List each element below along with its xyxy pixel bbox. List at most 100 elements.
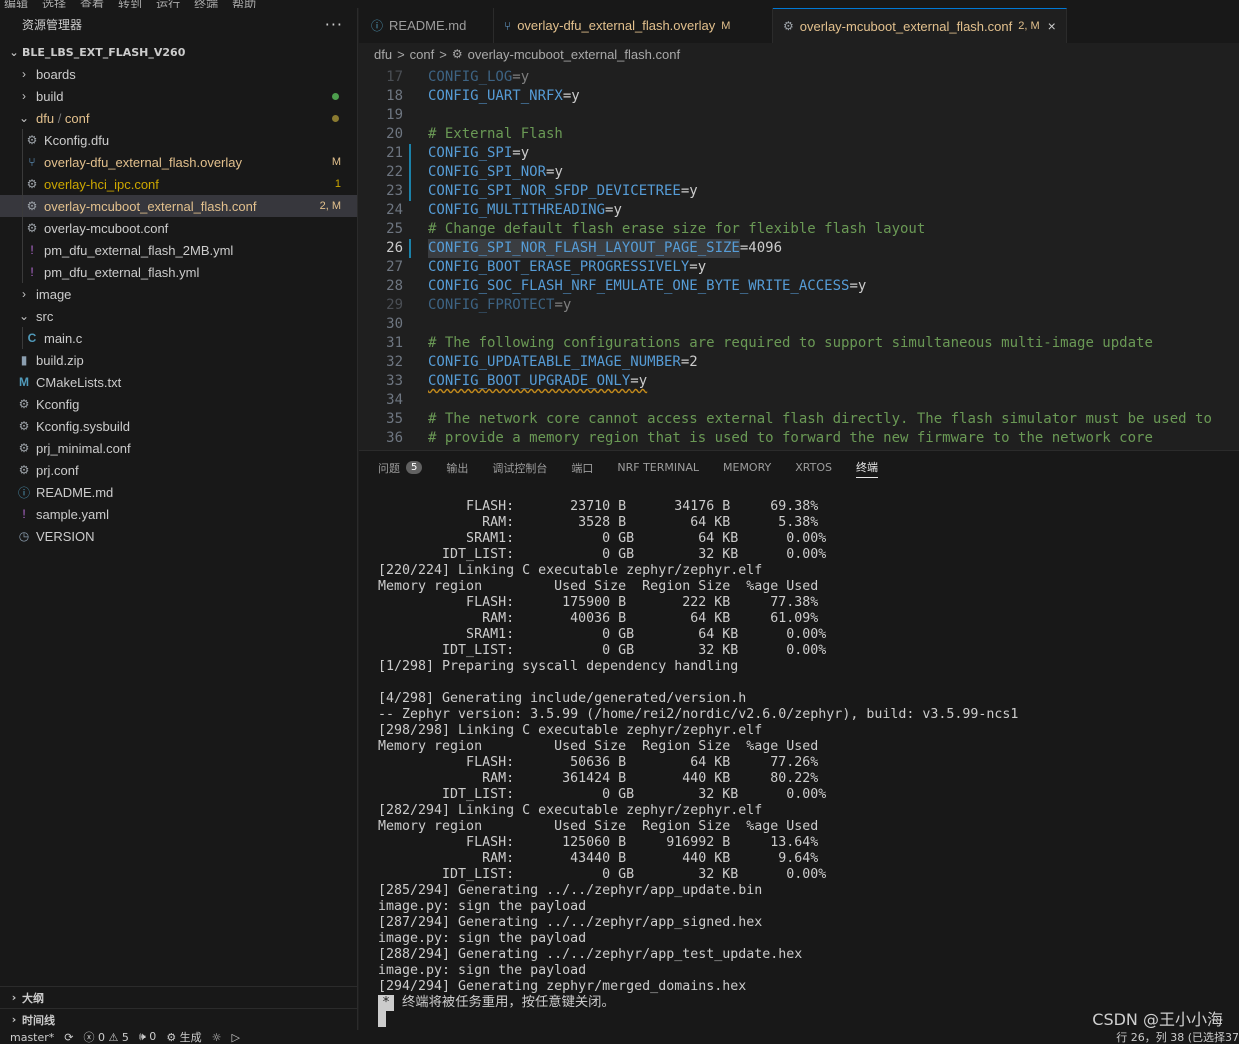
tree-item[interactable]: ⚙ overlay-hci_ipc.conf 1	[0, 173, 357, 195]
code-line[interactable]: 29 CONFIG_FPROTECT =y	[359, 296, 1239, 315]
ports-status[interactable]: 🕪 0	[139, 1030, 156, 1044]
terminal-output[interactable]: FLASH: 23710 B 34176 B 69.38% RAM: 3528 …	[378, 499, 1228, 1011]
sync-icon[interactable]: ⟳	[64, 1031, 73, 1044]
code-line[interactable]: 27 CONFIG_BOOT_ERASE_PROGRESSIVELY =y	[359, 258, 1239, 277]
tree-item[interactable]: › build	[0, 85, 357, 107]
editor-tab[interactable]: ⚙ overlay-mcuboot_external_flash.conf 2, M…	[773, 8, 1067, 43]
editor-tab-label: overlay-dfu_external_flash.overlay	[517, 18, 716, 33]
root-folder[interactable]: ⌄ BLE_LBS_EXT_FLASH_V260	[0, 41, 357, 63]
code-line[interactable]: 22 CONFIG_SPI_NOR =y	[359, 163, 1239, 182]
panel-tab[interactable]: 调试控制台	[492, 451, 547, 484]
editor-tab[interactable]: ⓘ README.md	[359, 8, 494, 43]
breadcrumb-conf[interactable]: conf	[410, 47, 435, 62]
tree-item[interactable]: ! pm_dfu_external_flash_2MB.yml	[0, 239, 357, 261]
build-button[interactable]: ⚙ 生成	[166, 1030, 201, 1044]
tree-item[interactable]: ⌄ src	[0, 305, 357, 327]
indent-guide	[22, 195, 23, 217]
panel-tab-label: 调试控制台	[492, 461, 548, 475]
tree-item[interactable]: ⚙ prj_minimal.conf	[0, 437, 357, 459]
tree-item[interactable]: › boards	[0, 63, 357, 85]
code-line[interactable]: 26 CONFIG_SPI_NOR_FLASH_LAYOUT_PAGE_SIZE =…	[359, 239, 1239, 258]
code-line[interactable]: 21 CONFIG_SPI =y	[359, 144, 1239, 163]
section-timeline[interactable]: › 时间线	[0, 1008, 358, 1030]
tree-item[interactable]: ⑂ overlay-dfu_external_flash.overlay M	[0, 151, 357, 173]
tree-item[interactable]: Cmain.c	[0, 327, 357, 349]
problems-status[interactable]: ⓧ 0 ⚠ 5	[84, 1030, 129, 1044]
panel-tab[interactable]: 端口	[571, 451, 593, 484]
code-line[interactable]: 34	[359, 391, 1239, 410]
branch-status[interactable]: master*	[10, 1031, 54, 1044]
panel-tab[interactable]: 输出	[446, 451, 468, 484]
tree-item[interactable]: ⌄ dfu / conf	[0, 107, 357, 129]
menu-item[interactable]: 选择	[42, 0, 66, 8]
tree-item[interactable]: ⓘ README.md	[0, 481, 357, 503]
code-line[interactable]: 18 CONFIG_UART_NRFX =y	[359, 87, 1239, 106]
tree-item[interactable]: M CMakeLists.txt	[0, 371, 357, 393]
menu-item[interactable]: 运行	[156, 0, 180, 8]
tree-item[interactable]: ! sample.yaml	[0, 503, 357, 525]
code-line[interactable]: 20 # External Flash	[359, 125, 1239, 144]
panel-tab[interactable]: MEMORY	[723, 451, 771, 484]
tree-folder-segment: dfu	[36, 110, 55, 126]
code-line[interactable]: 36 # provide a memory region that is used…	[359, 429, 1239, 448]
editor-tab[interactable]: ⑂ overlay-dfu_external_flash.overlay M	[494, 8, 773, 43]
code-line[interactable]: 24 CONFIG_MULTITHREADING =y	[359, 201, 1239, 220]
code-line[interactable]: 33 CONFIG_BOOT_UPGRADE_ONLY =y	[359, 372, 1239, 391]
panel-tab[interactable]: 问题 5	[378, 451, 423, 484]
line-number: 30	[386, 316, 403, 332]
menu-item[interactable]: 转到	[118, 0, 142, 8]
tree-item[interactable]: ▮ build.zip	[0, 349, 357, 371]
section-timeline-label: 时间线	[22, 1013, 55, 1027]
run-icon[interactable]: ▷	[232, 1031, 240, 1044]
breadcrumb-dfu[interactable]: dfu	[374, 47, 392, 62]
debug-icon[interactable]: ☼	[212, 1031, 222, 1044]
tree-item[interactable]: ⚙ Kconfig.dfu	[0, 129, 357, 151]
more-actions-icon[interactable]: ···	[325, 15, 343, 34]
close-icon[interactable]: ×	[1048, 18, 1056, 34]
menu-item[interactable]: 终端	[194, 0, 218, 8]
code-line[interactable]: 17 CONFIG_LOG =y	[359, 68, 1239, 87]
menu-item[interactable]: 编辑	[4, 0, 28, 8]
code-line[interactable]: 32 CONFIG_UPDATEABLE_IMAGE_NUMBER =2	[359, 353, 1239, 372]
tree-item[interactable]: ⚙ overlay-mcuboot_external_flash.conf 2, M	[0, 195, 357, 217]
indent-guide	[22, 239, 23, 261]
panel-tab-label: 问题	[378, 461, 400, 475]
menu-item[interactable]: 查看	[80, 0, 104, 8]
tree-item[interactable]: ! pm_dfu_external_flash.yml	[0, 261, 357, 283]
panel-tab[interactable]: XRTOS	[795, 451, 832, 484]
tree-item[interactable]: ◷ VERSION	[0, 525, 357, 547]
tree-item-label: VERSION	[36, 528, 95, 544]
tree-item-label: Kconfig	[36, 396, 80, 412]
terminal-line: Memory region Used Size Region Size %age…	[378, 739, 819, 754]
terminal-line: Memory region Used Size Region Size %age…	[378, 819, 819, 834]
code-line[interactable]: 23 CONFIG_SPI_NOR_SFDP_DEVICETREE =y	[359, 182, 1239, 201]
section-outline[interactable]: › 大纲	[0, 986, 358, 1008]
code-line[interactable]: 30	[359, 315, 1239, 334]
tree-item[interactable]: › image	[0, 283, 357, 305]
code-line[interactable]: 25 # Change default flash erase size for …	[359, 220, 1239, 239]
breadcrumb-file[interactable]: overlay-mcuboot_external_flash.conf	[468, 47, 680, 62]
gutter-marker	[403, 277, 428, 296]
tree-item-label: src	[36, 308, 54, 324]
panel-tab-label: 端口	[571, 461, 594, 475]
code-line[interactable]: 31 # The following configurations are req…	[359, 334, 1239, 353]
code-line[interactable]: 28 CONFIG_SOC_FLASH_NRF_EMULATE_ONE_BYTE_…	[359, 277, 1239, 296]
gutter-marker	[403, 220, 428, 239]
panel-tabs: 问题 5 输出 调试控制台 端口 NRF TERMINAL MEMORY XRTOS 终端	[359, 451, 1239, 484]
line-number: 36	[386, 430, 403, 446]
tree-item[interactable]: ⚙ Kconfig.sysbuild	[0, 415, 357, 437]
gutter-marker	[403, 315, 428, 334]
tree-item[interactable]: ⚙ Kconfig	[0, 393, 357, 415]
menu-item[interactable]: 帮助	[232, 0, 256, 8]
code-line[interactable]: 19	[359, 106, 1239, 125]
code-line[interactable]: 35 # The network core cannot access exter…	[359, 410, 1239, 429]
panel-tab[interactable]: 终端	[856, 458, 878, 478]
tree-item[interactable]: ⚙ overlay-mcuboot.conf	[0, 217, 357, 239]
code-editor[interactable]: 17 CONFIG_LOG =y 18 CONFIG_UART_NRFX =y 19 20 # …	[359, 68, 1239, 450]
root-folder-label: BLE_LBS_EXT_FLASH_V260	[22, 45, 186, 59]
cursor-position[interactable]: 行 26，列 38 (已选择37	[1116, 1030, 1239, 1044]
c-file-icon: C	[27, 331, 37, 345]
tree-item[interactable]: ⚙ prj.conf	[0, 459, 357, 481]
panel-tab[interactable]: NRF TERMINAL	[617, 451, 699, 484]
code-token: =y	[546, 164, 563, 180]
